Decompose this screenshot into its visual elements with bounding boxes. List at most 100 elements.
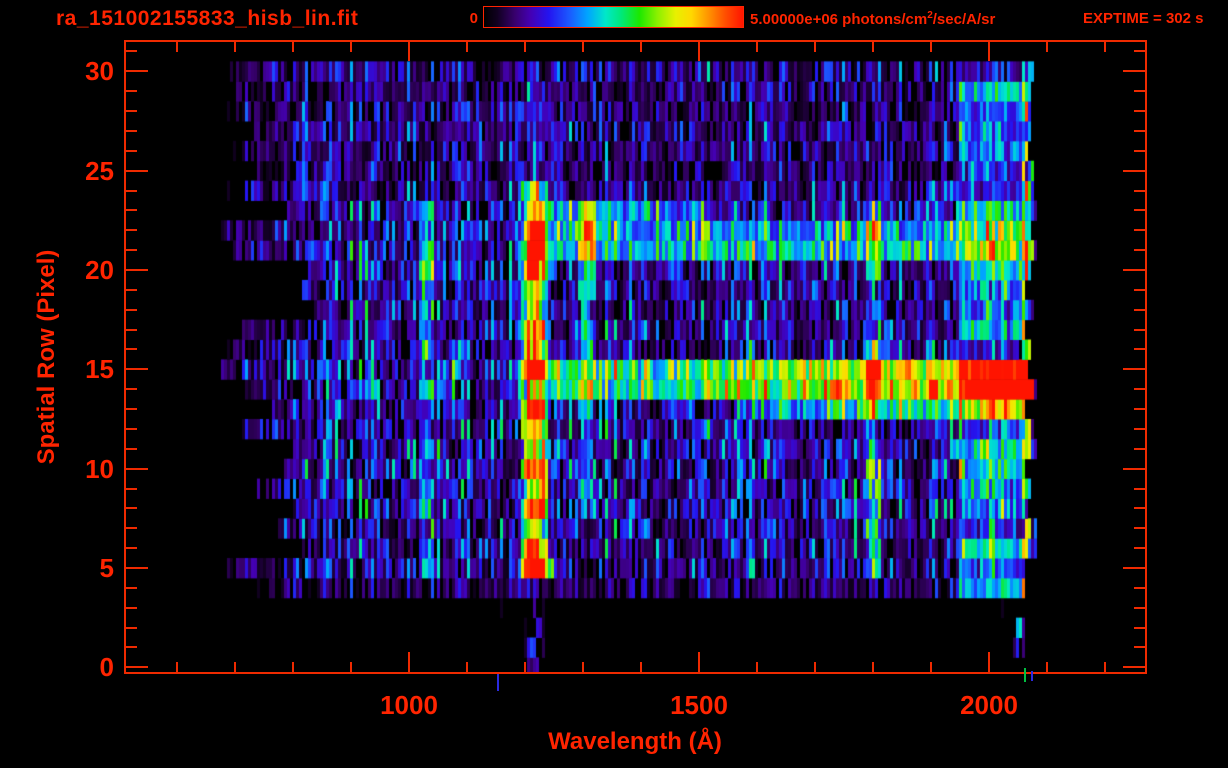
y-axis-right-tick	[1134, 110, 1145, 113]
y-axis-tick	[126, 626, 137, 629]
x-axis-top-tick	[756, 42, 758, 52]
x-tick-label: 2000	[960, 690, 1018, 720]
y-axis-right-tick	[1123, 467, 1145, 470]
y-axis-right-tick	[1134, 527, 1145, 530]
x-tick-label: 1500	[670, 690, 728, 720]
y-axis-tick	[126, 249, 137, 252]
y-axis-right-tick	[1134, 487, 1145, 490]
x-axis-tick	[582, 662, 584, 672]
x-axis-tick	[234, 662, 236, 672]
y-axis-tick	[126, 527, 137, 530]
x-axis-tick	[466, 662, 468, 672]
x-axis-tick	[408, 652, 410, 672]
x-axis-top-tick	[408, 42, 410, 61]
x-axis-top-tick	[640, 42, 642, 52]
y-axis-tick	[126, 90, 137, 93]
x-axis-tick	[640, 662, 642, 672]
x-axis-top-tick	[988, 42, 990, 61]
y-axis-right-tick	[1134, 209, 1145, 212]
y-axis-tick	[126, 149, 137, 152]
y-axis-tick	[126, 388, 137, 391]
y-axis-right-tick	[1134, 388, 1145, 391]
y-axis-right-tick	[1134, 547, 1145, 550]
y-axis-tick	[126, 507, 137, 510]
colorbar-units-tail: /sec/A/sr	[932, 11, 996, 28]
y-axis-right-tick	[1134, 90, 1145, 93]
y-axis-right-tick	[1134, 427, 1145, 430]
y-axis-tick	[126, 606, 137, 609]
x-axis-tick	[698, 652, 700, 672]
colorbar-min-label: 0	[469, 10, 478, 27]
y-axis-tick	[126, 229, 137, 232]
x-axis-tick	[988, 652, 990, 672]
y-axis-right-tick	[1123, 169, 1145, 172]
below-axis-blue-streak	[497, 674, 499, 691]
y-tick-label: 0	[99, 652, 114, 683]
x-axis-top-tick	[814, 42, 816, 52]
y-axis-right-tick	[1134, 447, 1145, 450]
y-tick-label: 25	[85, 155, 114, 186]
y-tick-label: 5	[99, 552, 114, 583]
x-axis-tick	[814, 662, 816, 672]
y-axis-right-tick	[1134, 626, 1145, 629]
x-axis-top-tick	[176, 42, 178, 52]
x-axis-top-tick	[582, 42, 584, 52]
y-axis-right-tick	[1134, 50, 1145, 53]
x-axis-top-tick	[234, 42, 236, 52]
y-axis-right-tick	[1123, 566, 1145, 569]
x-axis-tick	[1104, 662, 1106, 672]
y-axis-right-tick	[1134, 507, 1145, 510]
x-axis-tick	[930, 662, 932, 672]
x-axis-top-tick	[466, 42, 468, 52]
plot-frame	[124, 40, 1147, 674]
filename-title: ra_151002155833_hisb_lin.fit	[56, 7, 359, 30]
x-axis-top-tick	[1046, 42, 1048, 52]
y-axis-tick	[126, 566, 148, 569]
y-tick-label: 30	[85, 56, 114, 87]
y-axis-title: Spatial Row (Pixel)	[33, 249, 60, 465]
y-axis-right-tick	[1134, 348, 1145, 351]
y-axis-tick	[126, 328, 137, 331]
y-axis-right-tick	[1134, 408, 1145, 411]
y-axis-right-tick	[1134, 308, 1145, 311]
y-axis-tick	[126, 189, 137, 192]
y-axis-tick	[126, 487, 137, 490]
y-axis-right-tick	[1134, 249, 1145, 252]
y-axis-right-tick	[1134, 646, 1145, 649]
y-axis-tick	[126, 348, 137, 351]
axis-crossing-green-streak	[1024, 668, 1026, 682]
spectral-viewer: ra_151002155833_hisb_lin.fit 0 5.00000e+…	[0, 0, 1228, 768]
y-axis-right-tick	[1123, 368, 1145, 371]
x-axis-top-tick	[292, 42, 294, 52]
y-axis-right-tick	[1123, 666, 1145, 669]
y-axis-right-tick	[1134, 288, 1145, 291]
x-axis-tick	[176, 662, 178, 672]
y-axis-tick	[126, 268, 148, 271]
colorbar-gradient	[483, 6, 744, 28]
y-axis-tick	[126, 646, 137, 649]
exptime-label: EXPTIME = 302 s	[1083, 10, 1204, 27]
x-axis-tick	[872, 662, 874, 672]
y-axis-tick	[126, 586, 137, 589]
x-axis-tick	[292, 662, 294, 672]
y-axis-tick	[126, 467, 148, 470]
y-axis-right-tick	[1134, 586, 1145, 589]
y-axis-right-tick	[1134, 328, 1145, 331]
x-axis-top-tick	[930, 42, 932, 52]
y-axis-tick	[126, 209, 137, 212]
y-axis-tick	[126, 427, 137, 430]
y-axis-right-tick	[1123, 70, 1145, 73]
x-axis-tick	[1046, 662, 1048, 672]
y-axis-tick	[126, 129, 137, 132]
x-axis-title: Wavelength (Å)	[548, 728, 722, 755]
axis-crossing-blue-streak	[1031, 671, 1033, 681]
colorbar-max-value: 5.00000e+06	[750, 11, 839, 28]
y-axis-right-tick	[1134, 129, 1145, 132]
y-axis-tick	[126, 408, 137, 411]
y-axis-tick	[126, 70, 148, 73]
y-axis-tick	[126, 547, 137, 550]
y-axis-right-tick	[1134, 229, 1145, 232]
colorbar-units: photons/cm	[838, 11, 928, 28]
y-axis-tick	[126, 288, 137, 291]
y-axis-right-tick	[1134, 149, 1145, 152]
